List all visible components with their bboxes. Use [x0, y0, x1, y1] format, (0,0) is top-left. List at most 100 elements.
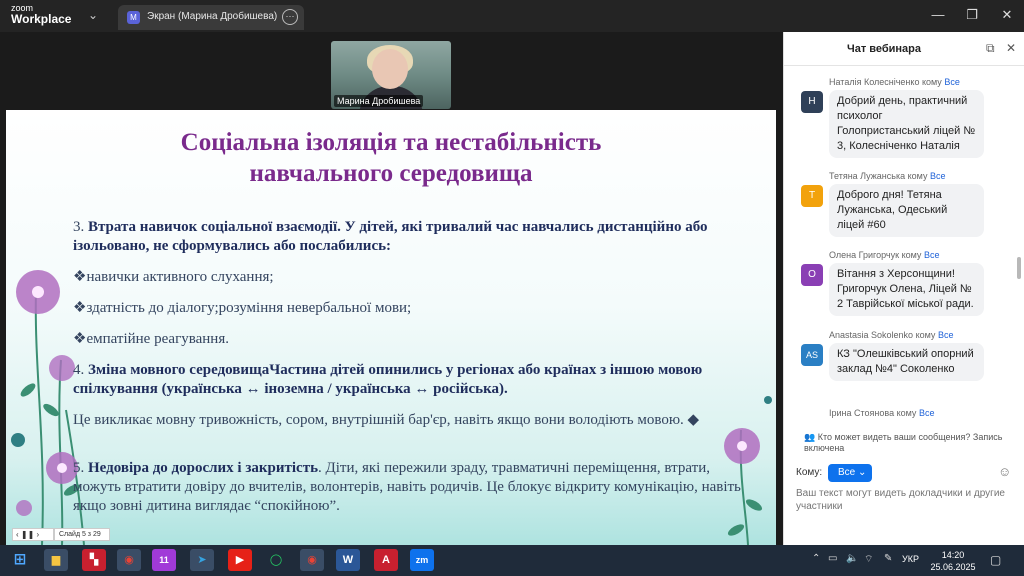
- close-icon[interactable]: ✕: [997, 7, 1017, 23]
- shared-slide: Соціальна ізоляція та нестабільність нав…: [6, 110, 776, 545]
- clock-date: 25.06.2025: [930, 562, 976, 572]
- people-icon: 👥: [804, 432, 818, 442]
- bullet-3-text: емпатійне реагування.: [86, 331, 229, 347]
- slide-paragraph-4-note: Це викликає мовну тривожність, сором, вн…: [73, 412, 700, 428]
- more-icon[interactable]: ···: [282, 9, 298, 25]
- p4-number: 4.: [73, 362, 88, 378]
- message-recipient[interactable]: Все: [938, 330, 954, 340]
- chrome-icon[interactable]: ◉: [300, 549, 324, 571]
- chat-scrollbar[interactable]: [1017, 257, 1021, 279]
- chrome-icon[interactable]: ◉: [117, 549, 141, 571]
- avatar: Н: [801, 91, 823, 113]
- minimize-icon[interactable]: —: [928, 7, 948, 22]
- message-meta: Наталія Колесніченко кому Все: [829, 77, 960, 87]
- file-explorer-icon[interactable]: ▆: [44, 549, 68, 571]
- meeting-area: Марина Дробишева Соціальна ізоляція та н…: [0, 32, 783, 545]
- slide-nav-controls[interactable]: ‹ ❚❚ ›: [12, 528, 54, 541]
- bullet-1-text: навички активного слухання;: [86, 269, 274, 285]
- p3-number: 3.: [73, 219, 88, 235]
- message-to-word: кому: [921, 77, 942, 87]
- volume-icon[interactable]: 🔈: [846, 553, 858, 564]
- telegram-icon[interactable]: ➤: [190, 549, 214, 571]
- recipient-select[interactable]: Все ⌄: [828, 464, 872, 482]
- participant-video[interactable]: Марина Дробишева: [331, 41, 451, 109]
- p5-number: 5.: [73, 460, 88, 476]
- message-bubble: КЗ "Олешківський опорний заклад №4" Соко…: [829, 343, 984, 381]
- message-to-word: кому: [896, 408, 917, 418]
- p4-bold: Зміна мовного середовищаЧастина дітей оп…: [73, 362, 703, 397]
- p3-bold: Втрата навичок соціальної взаємодії. У д…: [73, 219, 708, 254]
- wifi-icon[interactable]: ⌔: [864, 553, 873, 566]
- message-sender: Ірина Стоянова: [829, 408, 895, 418]
- whatsapp-icon[interactable]: ◯: [264, 549, 288, 571]
- slide-title-line1: Соціальна ізоляція та нестабільність: [180, 129, 602, 156]
- avatar: О: [801, 264, 823, 286]
- system-clock[interactable]: 14:20 25.06.2025: [928, 549, 978, 573]
- message-meta: Anastasia Sokolenko кому Все: [829, 330, 953, 340]
- recipient-value: Все: [838, 467, 856, 478]
- clock-time: 14:20: [941, 550, 965, 560]
- notifications-icon[interactable]: ▢: [990, 553, 1001, 567]
- emoji-icon[interactable]: ☺: [998, 464, 1011, 479]
- message-to-word: кому: [915, 330, 936, 340]
- youtube-icon[interactable]: ▶: [228, 549, 252, 571]
- badge-count: 11: [159, 555, 169, 565]
- message-to-word: кому: [901, 250, 922, 260]
- pdf-app-icon[interactable]: ▚: [82, 549, 106, 571]
- message-bubble: Добрий день, практичний психолог Голопри…: [829, 90, 984, 158]
- chat-input[interactable]: [796, 487, 1011, 527]
- avatar: AS: [801, 344, 823, 366]
- visibility-note[interactable]: 👥 Кто может видеть ваши сообщения? Запис…: [804, 432, 1014, 454]
- slide-paragraph-4: 4. Зміна мовного середовищаЧастина дітей…: [73, 361, 753, 399]
- slide-paragraph-3: 3. Втрата навичок соціальної взаємодії. …: [73, 218, 753, 256]
- message-meta: Ірина Стоянова кому Все: [829, 408, 934, 418]
- message-sender: Наталія Колесніченко: [829, 77, 920, 87]
- title-bar: zoom Workplace ⌄ M Экран (Марина Дробише…: [0, 0, 1024, 32]
- message-bubble: Вітання з Херсонщини! Григорчук Олена, Л…: [829, 263, 984, 316]
- slide-bullet-3: ❖емпатійне реагування.: [73, 331, 229, 347]
- avatar: Т: [801, 185, 823, 207]
- chevron-down-icon: ⌄: [858, 467, 867, 478]
- viber-icon[interactable]: 11: [152, 549, 176, 571]
- message-sender: Тетяна Лужанська: [829, 171, 906, 181]
- message-sender: Олена Григорчук: [829, 250, 900, 260]
- p5-bold: Недовіра до дорослих і закритість: [88, 460, 319, 476]
- close-icon[interactable]: ✕: [1006, 41, 1016, 55]
- message-bubble: Доброго дня! Тетяна Лужанська, Одеський …: [829, 184, 984, 237]
- message-meta: Олена Григорчук кому Все: [829, 250, 939, 260]
- recipient-row: Кому: Все ⌄ ☺: [796, 464, 1016, 484]
- battery-icon[interactable]: ▭: [828, 553, 837, 564]
- zoom-taskbar-icon[interactable]: zm: [410, 549, 434, 571]
- screen-share-tab[interactable]: M Экран (Марина Дробишева) ···: [118, 5, 304, 30]
- windows-start-icon[interactable]: ⊞: [8, 549, 32, 571]
- p4-plain: Це викликає мовну тривожність, сором, вн…: [73, 412, 684, 428]
- slide-bullet-2: ❖здатність до діалогу;розуміння невербал…: [73, 300, 412, 316]
- share-tab-label: Экран (Марина Дробишева): [147, 11, 278, 22]
- tray-chevron-icon[interactable]: ⌃: [812, 553, 820, 564]
- pen-icon[interactable]: ✎: [884, 553, 892, 564]
- message-sender: Anastasia Sokolenko: [829, 330, 914, 340]
- message-recipient[interactable]: Все: [924, 250, 940, 260]
- message-recipient[interactable]: Все: [919, 408, 935, 418]
- restore-icon[interactable]: ❐: [962, 7, 982, 23]
- share-tab-badge: M: [127, 11, 140, 24]
- chat-message: Ірина Стоянова кому Все: [784, 408, 1020, 422]
- video-person-face: [372, 49, 408, 89]
- acrobat-icon[interactable]: A: [374, 549, 398, 571]
- slide-counter: Слайд 5 з 29: [54, 528, 110, 541]
- language-indicator[interactable]: УКР: [902, 554, 919, 564]
- message-to-word: кому: [907, 171, 928, 181]
- windows-taskbar: ⊞ ▆ ▚ ◉ 11 ➤ ▶ ◯ ◉ W A zm ⌃ ▭ 🔈 ⌔ ✎ УКР …: [0, 545, 1024, 576]
- logo-bottom: Workplace: [11, 12, 72, 26]
- webinar-chat-panel: Чат вебинара ⧉ ✕ Наталія Колесніченко ко…: [783, 32, 1024, 545]
- slide-title: Соціальна ізоляція та нестабільність нав…: [6, 127, 776, 189]
- slide-bullet-1: ❖навички активного слухання;: [73, 269, 274, 285]
- popout-icon[interactable]: ⧉: [986, 41, 995, 56]
- chat-title: Чат вебинара: [846, 43, 922, 55]
- chevron-down-icon[interactable]: ⌄: [88, 8, 98, 22]
- slide-title-line2: навчального середовища: [249, 160, 533, 187]
- message-recipient[interactable]: Все: [930, 171, 946, 181]
- word-icon[interactable]: W: [336, 549, 360, 571]
- zoom-window: zoom Workplace ⌄ M Экран (Марина Дробише…: [0, 0, 1024, 576]
- message-recipient[interactable]: Все: [944, 77, 960, 87]
